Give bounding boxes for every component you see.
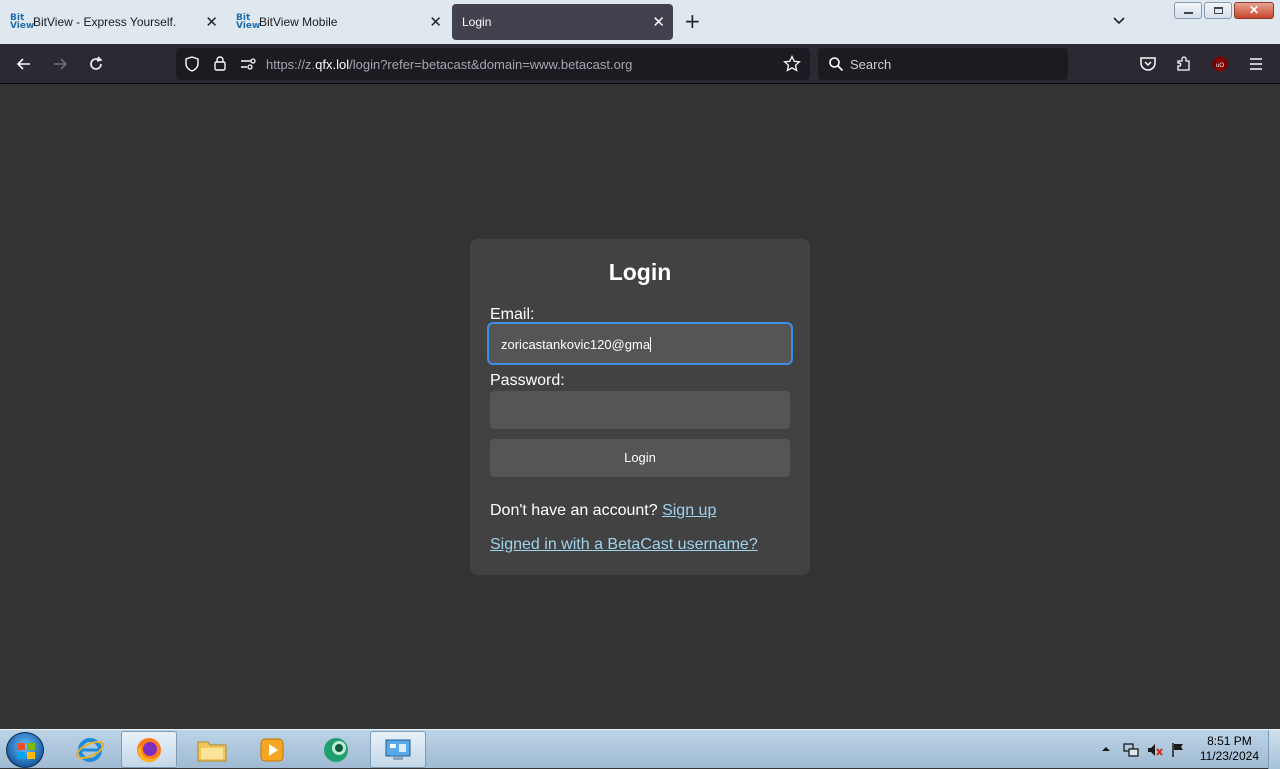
search-icon [829, 57, 844, 72]
firefox-icon [137, 737, 161, 762]
password-field[interactable] [490, 391, 790, 429]
pocket-icon[interactable] [1139, 55, 1157, 73]
windows-taskbar: 8:51 PM 11/23/2024 [0, 729, 1280, 769]
search-placeholder: Search [850, 57, 892, 72]
forward-arrow-icon[interactable] [51, 55, 69, 73]
hamburger-menu-icon[interactable] [1247, 55, 1265, 73]
media-player-icon [260, 738, 284, 761]
folder-icon [197, 741, 227, 761]
page-content: Login Email: zoricastankovic120@gma Pass… [0, 85, 1280, 729]
tab-login[interactable]: Login ✕ [452, 4, 673, 40]
svg-text:uO: uO [1216, 63, 1224, 69]
restore-button[interactable] [1204, 2, 1232, 19]
extensions-icon[interactable] [1175, 55, 1193, 73]
login-card: Login Email: zoricastankovic120@gma Pass… [470, 239, 810, 575]
tab-title: BitView - Express Yourself. [33, 15, 177, 29]
show-desktop-button[interactable] [1268, 730, 1280, 769]
window-controls: ✕ [1174, 2, 1274, 19]
bookmark-star-icon[interactable] [783, 55, 801, 73]
tab-bar: Bit View BitView - Express Yourself. ✕ Bi… [0, 0, 1280, 44]
tab-title: BitView Mobile [259, 15, 338, 29]
password-label: Password: [490, 372, 565, 389]
windows-logo-icon [17, 743, 35, 759]
betacast-username-link[interactable]: Signed in with a BetaCast username? [490, 536, 758, 554]
taskbar-control-panel[interactable] [370, 731, 426, 768]
volume-muted-icon[interactable] [1146, 741, 1164, 759]
clock-date: 11/23/2024 [1199, 749, 1259, 763]
clock-time: 8:51 PM [1207, 734, 1252, 748]
new-tab-icon[interactable]: + [684, 10, 701, 32]
back-arrow-icon[interactable] [15, 55, 33, 73]
minimize-button[interactable] [1174, 2, 1202, 19]
lock-icon[interactable] [212, 55, 228, 72]
bitview-icon: Bit View [10, 13, 35, 31]
taskbar-firefox[interactable] [121, 731, 177, 768]
email-field[interactable]: zoricastankovic120@gma [487, 322, 793, 365]
tray-expand-icon[interactable] [1100, 744, 1112, 754]
search-bar[interactable]: Search [818, 48, 1068, 80]
ublock-origin-icon[interactable]: uO [1211, 55, 1229, 73]
bitview-icon: Bit View [236, 13, 261, 31]
signup-link[interactable]: Sign up [662, 502, 716, 519]
tab-bitview-express[interactable]: Bit View BitView - Express Yourself. ✕ [0, 4, 226, 40]
internet-explorer-icon [76, 737, 104, 762]
close-tab-icon[interactable]: ✕ [429, 13, 442, 31]
navigation-bar: https://z.qfx.lol/login?refer=betacast&d… [0, 44, 1280, 84]
permissions-icon[interactable] [239, 56, 257, 72]
taskbar-app-green[interactable] [308, 731, 364, 768]
email-value: zoricastankovic120@gma [501, 337, 652, 352]
system-clock[interactable]: 8:51 PM 11/23/2024 [1200, 734, 1259, 764]
tab-title: Login [462, 15, 492, 29]
close-tab-icon[interactable]: ✕ [652, 13, 665, 31]
control-panel-icon [385, 739, 411, 760]
tab-bitview-mobile[interactable]: Bit View BitView Mobile ✕ [226, 4, 450, 40]
start-button[interactable] [6, 732, 44, 768]
shield-icon[interactable] [184, 56, 200, 72]
text-caret [650, 337, 652, 352]
taskbar-file-explorer[interactable] [184, 731, 240, 768]
chevron-down-icon[interactable] [1111, 12, 1127, 28]
close-tab-icon[interactable]: ✕ [205, 13, 218, 31]
url-bar[interactable]: https://z.qfx.lol/login?refer=betacast&d… [176, 48, 810, 80]
window-close-button[interactable]: ✕ [1234, 2, 1274, 19]
login-button[interactable]: Login [490, 439, 790, 477]
signup-prompt: Don't have an account? Sign up [490, 502, 717, 519]
network-icon[interactable] [1122, 741, 1140, 759]
action-center-flag-icon[interactable] [1170, 741, 1186, 759]
taskbar-internet-explorer[interactable] [62, 731, 118, 768]
green-app-icon [324, 737, 348, 762]
url-text[interactable]: https://z.qfx.lol/login?refer=betacast&d… [266, 57, 632, 72]
taskbar-media-player[interactable] [244, 731, 300, 768]
page-title: Login [608, 259, 672, 285]
reload-icon[interactable] [87, 55, 105, 73]
